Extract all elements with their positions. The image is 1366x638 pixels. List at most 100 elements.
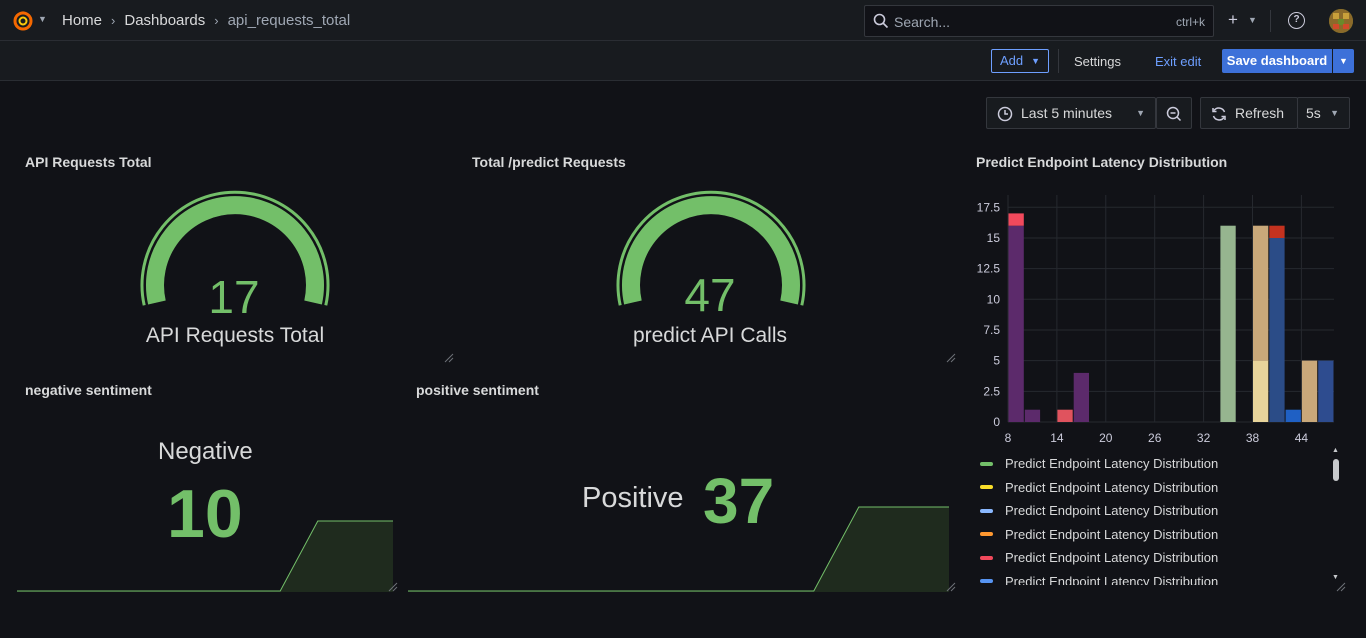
search-placeholder: Search... bbox=[894, 14, 951, 30]
legend-label: Predict Endpoint Latency Distribution bbox=[1005, 479, 1219, 495]
legend-swatch-icon bbox=[980, 461, 993, 466]
legend-label: Predict Endpoint Latency Distribution bbox=[1005, 456, 1219, 472]
chevron-right-icon: › bbox=[214, 13, 219, 28]
stat-name: Negative bbox=[158, 438, 253, 465]
gauge-value: 17 bbox=[208, 271, 260, 323]
histogram-bar bbox=[1008, 213, 1024, 226]
y-axis-ticks: 0 2.5 5 7.5 10 12.5 15 17.5 bbox=[977, 200, 1001, 429]
y-tick-label: 15 bbox=[987, 231, 1001, 245]
histogram-bar bbox=[1269, 225, 1285, 238]
scroll-down-icon[interactable]: ▼ bbox=[1332, 574, 1339, 581]
time-range-picker[interactable]: Last 5 minutes ▼ bbox=[986, 97, 1156, 129]
breadcrumb: Home › Dashboards › api_requests_total bbox=[62, 12, 350, 29]
chevron-down-icon: ▼ bbox=[1330, 108, 1339, 118]
gauge-value: 47 bbox=[684, 269, 736, 321]
histogram-bar bbox=[1269, 237, 1285, 422]
divider bbox=[1270, 10, 1271, 32]
refresh-button[interactable]: Refresh bbox=[1200, 97, 1298, 129]
x-axis-ticks: 8 14 20 26 32 38 44 bbox=[1005, 431, 1309, 445]
histogram-bar bbox=[1220, 225, 1236, 422]
legend-swatch-icon bbox=[980, 485, 993, 490]
settings-button[interactable]: Settings bbox=[1074, 54, 1121, 69]
save-options-chevron-icon[interactable]: ▼ bbox=[1333, 49, 1354, 73]
refresh-icon bbox=[1212, 107, 1226, 121]
save-dashboard-button[interactable]: Save dashboard bbox=[1222, 49, 1332, 73]
legend-item[interactable]: Predict Endpoint Latency Distribution bbox=[976, 476, 1331, 500]
zoom-out-button[interactable] bbox=[1156, 97, 1192, 129]
panel-title: API Requests Total bbox=[25, 154, 152, 170]
scrollbar-thumb[interactable] bbox=[1333, 459, 1339, 481]
stat-value: 10 bbox=[167, 476, 243, 552]
y-tick-label: 2.5 bbox=[983, 384, 1000, 398]
y-tick-label: 10 bbox=[987, 292, 1001, 306]
refresh-label: Refresh bbox=[1235, 105, 1285, 121]
refresh-interval-picker[interactable]: 5s ▼ bbox=[1297, 97, 1350, 129]
chevron-down-icon: ▼ bbox=[1031, 56, 1040, 66]
chevron-down-icon[interactable]: ▼ bbox=[1248, 15, 1257, 25]
legend-label: Predict Endpoint Latency Distribution bbox=[1005, 503, 1219, 519]
histogram-bar bbox=[1057, 409, 1073, 422]
chevron-down-icon[interactable]: ▼ bbox=[38, 14, 47, 24]
legend-label: Predict Endpoint Latency Distribution bbox=[1005, 526, 1219, 542]
breadcrumb-dashboards[interactable]: Dashboards bbox=[124, 12, 205, 29]
legend-swatch-icon bbox=[980, 555, 993, 560]
legend-scrollbar[interactable]: ▲ ▼ bbox=[1331, 447, 1341, 583]
legend-item[interactable]: Predict Endpoint Latency Distribution bbox=[976, 452, 1331, 476]
chart-legend: Predict Endpoint Latency Distribution Pre… bbox=[976, 452, 1331, 585]
resize-handle-icon[interactable] bbox=[1336, 582, 1346, 592]
panel-title: Predict Endpoint Latency Distribution bbox=[976, 154, 1228, 170]
x-tick-label: 38 bbox=[1246, 431, 1260, 445]
histogram-bar bbox=[1253, 225, 1269, 361]
legend-swatch-icon bbox=[980, 579, 993, 584]
resize-handle-icon[interactable] bbox=[946, 353, 956, 363]
breadcrumb-home[interactable]: Home bbox=[62, 12, 102, 29]
histogram-bar bbox=[1318, 360, 1334, 422]
zoom-out-icon bbox=[1166, 106, 1182, 122]
x-tick-label: 44 bbox=[1295, 431, 1309, 445]
legend-item[interactable]: Predict Endpoint Latency Distribution bbox=[976, 570, 1331, 585]
exit-edit-button[interactable]: Exit edit bbox=[1155, 54, 1201, 69]
grafana-logo-icon[interactable] bbox=[10, 9, 36, 33]
histogram-bar bbox=[1253, 360, 1269, 422]
x-tick-label: 32 bbox=[1197, 431, 1211, 445]
histogram-bar bbox=[1073, 372, 1089, 422]
add-button-label: Add bbox=[1000, 53, 1024, 68]
chart-grid bbox=[1007, 195, 1334, 423]
search-icon bbox=[873, 13, 889, 29]
stat-name: Positive bbox=[582, 482, 684, 514]
new-plus-icon[interactable]: + bbox=[1228, 10, 1238, 30]
y-tick-label: 12.5 bbox=[977, 262, 1001, 276]
y-tick-label: 7.5 bbox=[983, 323, 1000, 337]
histogram-bar bbox=[1024, 409, 1041, 422]
panel-title: positive sentiment bbox=[416, 382, 539, 398]
resize-handle-icon[interactable] bbox=[946, 582, 956, 592]
clock-icon bbox=[997, 106, 1013, 122]
x-tick-label: 14 bbox=[1050, 431, 1064, 445]
avatar[interactable] bbox=[1329, 9, 1353, 33]
legend-item[interactable]: Predict Endpoint Latency Distribution bbox=[976, 499, 1331, 523]
divider bbox=[1058, 49, 1059, 73]
chevron-right-icon: › bbox=[111, 13, 116, 28]
panel-title: Total /predict Requests bbox=[472, 154, 626, 170]
dashboard-toolbar: Add ▼ Settings Exit edit Save dashboard … bbox=[0, 41, 1366, 81]
legend-item[interactable]: Predict Endpoint Latency Distribution bbox=[976, 546, 1331, 570]
help-icon[interactable]: ? bbox=[1288, 12, 1305, 29]
stat-value: 37 bbox=[703, 465, 775, 537]
legend-swatch-icon bbox=[980, 508, 993, 513]
resize-handle-icon[interactable] bbox=[388, 582, 398, 592]
histogram-bar bbox=[1008, 225, 1024, 422]
legend-label: Predict Endpoint Latency Distribution bbox=[1005, 550, 1219, 566]
y-tick-label: 0 bbox=[993, 415, 1000, 429]
y-tick-label: 17.5 bbox=[977, 200, 1001, 214]
sparkline-area bbox=[408, 507, 949, 592]
resize-handle-icon[interactable] bbox=[444, 353, 454, 363]
scroll-up-icon[interactable]: ▲ bbox=[1332, 447, 1339, 454]
panel-title: negative sentiment bbox=[25, 382, 152, 398]
chevron-down-icon: ▼ bbox=[1136, 108, 1145, 118]
add-button[interactable]: Add ▼ bbox=[991, 49, 1049, 73]
x-tick-label: 8 bbox=[1005, 431, 1012, 445]
histogram-chart: 0 2.5 5 7.5 10 12.5 15 17.5 8 14 20 26 32 38 44 bbox=[977, 195, 1334, 445]
search-input[interactable]: Search... ctrl+k bbox=[864, 5, 1214, 37]
y-tick-label: 5 bbox=[993, 354, 1000, 368]
legend-item[interactable]: Predict Endpoint Latency Distribution bbox=[976, 523, 1331, 547]
